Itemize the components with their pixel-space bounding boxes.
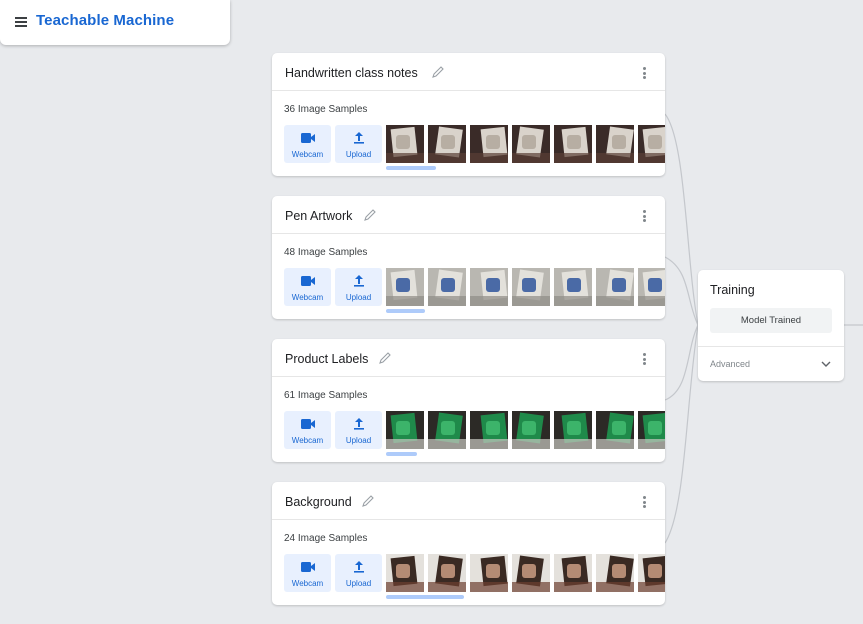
webcam-button[interactable]: Webcam [284,411,331,449]
webcam-label: Webcam [291,579,324,588]
upload-button[interactable]: Upload [335,125,382,163]
upload-label: Upload [345,579,372,588]
thumbnail-scrollbar[interactable] [386,452,417,456]
upload-button[interactable]: Upload [335,554,382,592]
kebab-menu-icon[interactable] [643,496,647,508]
webcam-label: Webcam [291,150,324,159]
sample-thumbnail[interactable] [512,554,550,592]
sample-thumbnail[interactable] [638,411,665,449]
divider [698,346,844,347]
pencil-icon[interactable] [431,65,445,79]
sample-thumbnail[interactable] [428,411,466,449]
videocam-icon [301,133,315,143]
training-title: Training [710,283,755,297]
thumbnail-scrollbar[interactable] [386,166,436,170]
sample-count: 36 Image Samples [284,104,368,115]
sample-thumbnail[interactable] [428,268,466,306]
class-name[interactable]: Pen Artwork [285,209,352,223]
class-card-header: Background [272,482,665,520]
upload-button[interactable]: Upload [335,411,382,449]
upload-label: Upload [345,436,372,445]
sample-thumbnail[interactable] [596,554,634,592]
sample-thumbnail[interactable] [512,125,550,163]
class-card-header: Pen Artwork [272,196,665,234]
videocam-icon [301,562,315,572]
sample-thumbnail[interactable] [596,411,634,449]
class-name[interactable]: Background [285,495,352,509]
thumbnail-scrollbar[interactable] [386,595,464,599]
videocam-icon [301,276,315,286]
kebab-menu-icon[interactable] [643,67,647,79]
sample-thumbnail[interactable] [512,268,550,306]
videocam-icon [301,419,315,429]
pencil-icon[interactable] [363,208,377,222]
class-card-header: Handwritten class notes [272,53,665,91]
kebab-menu-icon[interactable] [643,210,647,222]
sample-thumbnail[interactable] [554,268,592,306]
sample-thumbnail[interactable] [638,125,665,163]
kebab-menu-icon[interactable] [643,353,647,365]
sample-thumbnail[interactable] [596,125,634,163]
sample-thumbnail[interactable] [638,268,665,306]
sample-thumbnail[interactable] [512,411,550,449]
sample-thumbnail-strip[interactable] [386,268,665,306]
upload-label: Upload [345,150,372,159]
sample-thumbnail[interactable] [470,411,508,449]
class-name[interactable]: Product Labels [285,352,368,366]
sample-thumbnail[interactable] [428,554,466,592]
webcam-button[interactable]: Webcam [284,554,331,592]
sample-thumbnail-strip[interactable] [386,411,665,449]
sample-thumbnail[interactable] [386,268,424,306]
sample-count: 48 Image Samples [284,247,368,258]
sample-count: 24 Image Samples [284,533,368,544]
sample-count: 61 Image Samples [284,390,368,401]
upload-icon [354,275,364,287]
upload-icon [354,561,364,573]
sample-thumbnail-strip[interactable] [386,554,665,592]
sample-thumbnail[interactable] [428,125,466,163]
sample-thumbnail[interactable] [638,554,665,592]
webcam-button[interactable]: Webcam [284,268,331,306]
class-card: Background 24 Image Samples Webcam Uploa… [272,482,665,605]
class-name[interactable]: Handwritten class notes [285,66,418,80]
upload-button[interactable]: Upload [335,268,382,306]
advanced-toggle-label[interactable]: Advanced [710,359,750,369]
class-card: Handwritten class notes 36 Image Samples… [272,53,665,176]
webcam-button[interactable]: Webcam [284,125,331,163]
pencil-icon[interactable] [361,494,375,508]
sample-thumbnail[interactable] [386,554,424,592]
chevron-down-icon[interactable] [820,359,832,369]
sample-thumbnail[interactable] [386,411,424,449]
webcam-label: Webcam [291,293,324,302]
sample-thumbnail[interactable] [596,268,634,306]
sample-thumbnail[interactable] [470,554,508,592]
sample-thumbnail-strip[interactable] [386,125,665,163]
sample-thumbnail[interactable] [470,125,508,163]
class-card: Product Labels 61 Image Samples Webcam U… [272,339,665,462]
sample-thumbnail[interactable] [386,125,424,163]
sample-thumbnail[interactable] [470,268,508,306]
class-card-header: Product Labels [272,339,665,377]
upload-icon [354,132,364,144]
sample-thumbnail[interactable] [554,554,592,592]
sample-thumbnail[interactable] [554,411,592,449]
upload-icon [354,418,364,430]
webcam-label: Webcam [291,436,324,445]
training-panel: Training Model Trained Advanced [698,270,844,381]
sample-thumbnail[interactable] [554,125,592,163]
model-trained-button[interactable]: Model Trained [710,308,832,333]
pencil-icon[interactable] [378,351,392,365]
thumbnail-scrollbar[interactable] [386,309,425,313]
class-card: Pen Artwork 48 Image Samples Webcam Uplo… [272,196,665,319]
upload-label: Upload [345,293,372,302]
